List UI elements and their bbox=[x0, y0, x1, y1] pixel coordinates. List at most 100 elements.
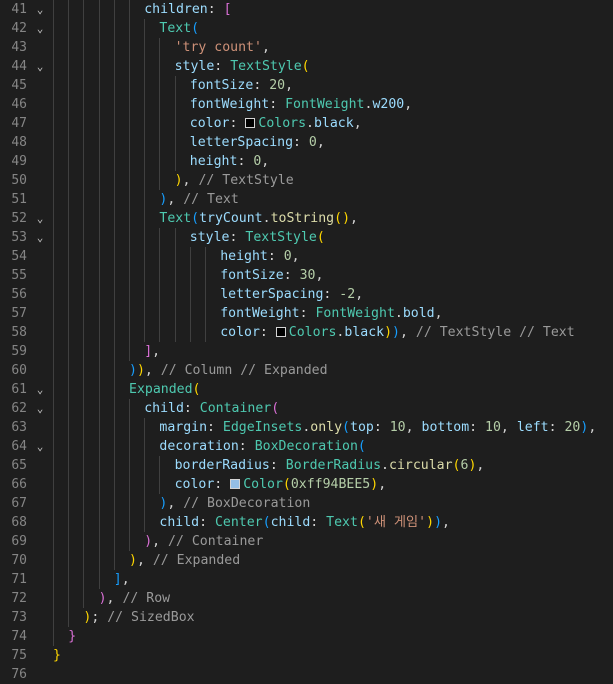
indent-guide bbox=[53, 627, 54, 646]
code-line[interactable]: 45 fontSize: 20, bbox=[0, 76, 613, 95]
code-text: letterSpacing: 0, bbox=[190, 133, 325, 152]
code-line[interactable]: 54 height: 0, bbox=[0, 247, 613, 266]
fold-chevron-icon[interactable]: ⌄ bbox=[34, 0, 46, 19]
code-text: style: TextStyle( bbox=[175, 57, 310, 76]
indent-guide bbox=[83, 589, 85, 608]
indent-guide bbox=[159, 247, 161, 266]
code-text: children: [ bbox=[144, 0, 231, 19]
indent-guide bbox=[144, 228, 146, 247]
fold-chevron-icon[interactable]: ⌄ bbox=[34, 399, 46, 418]
fold-chevron-icon[interactable]: ⌄ bbox=[34, 380, 46, 399]
fold-chevron-icon[interactable]: ⌄ bbox=[34, 437, 46, 456]
code-line[interactable]: 53 ⌄ style: TextStyle( bbox=[0, 228, 613, 247]
code-token: } bbox=[68, 629, 77, 644]
code-line[interactable]: 61 ⌄ Expanded( bbox=[0, 380, 613, 399]
indent-guide bbox=[68, 57, 70, 76]
code-text: ), // BoxDecoration bbox=[159, 494, 310, 513]
code-token: BorderRadius bbox=[285, 458, 382, 473]
code-line[interactable]: 65 borderRadius: BorderRadius.circular(6)… bbox=[0, 456, 613, 475]
code-line[interactable]: 62 ⌄ child: Container( bbox=[0, 399, 613, 418]
indent-guide bbox=[83, 57, 85, 76]
code-line[interactable]: 58 color: Colors.black)), // TextStyle //… bbox=[0, 323, 613, 342]
code-line[interactable]: 48 letterSpacing: 0, bbox=[0, 133, 613, 152]
code-line[interactable]: 44 ⌄ style: TextStyle( bbox=[0, 57, 613, 76]
code-line[interactable]: 42 ⌄ Text( bbox=[0, 19, 613, 38]
indent-guide bbox=[113, 304, 115, 323]
indent-guide bbox=[129, 532, 130, 551]
indent-guide bbox=[129, 399, 130, 418]
indent-guide bbox=[98, 247, 100, 266]
code-token: , bbox=[588, 420, 597, 435]
code-line[interactable]: 71], bbox=[0, 570, 613, 589]
color-swatch[interactable] bbox=[275, 327, 286, 337]
code-text: color: Color(0xff94BEE5), bbox=[175, 475, 387, 494]
indent-guide bbox=[144, 114, 146, 133]
code-line[interactable]: 49 height: 0, bbox=[0, 152, 613, 171]
color-swatch[interactable] bbox=[230, 479, 241, 489]
code-line[interactable]: 56 letterSpacing: -2, bbox=[0, 285, 613, 304]
code-line[interactable]: 69), // Container bbox=[0, 532, 613, 551]
line-number: 73 bbox=[11, 610, 27, 625]
indent-guide bbox=[174, 76, 176, 95]
line-number: 42 bbox=[11, 21, 27, 36]
code-line[interactable]: 66 color: Color(0xff94BEE5), bbox=[0, 475, 613, 494]
indent-guide bbox=[98, 228, 100, 247]
fold-chevron-icon[interactable]: ⌄ bbox=[34, 19, 46, 38]
code-token: . bbox=[381, 458, 389, 473]
code-line[interactable]: 46 fontWeight: FontWeight.w200, bbox=[0, 95, 613, 114]
indent-guide bbox=[98, 437, 100, 456]
code-token: ) bbox=[144, 534, 153, 549]
indent-guide bbox=[83, 95, 85, 114]
indent-guide bbox=[129, 342, 130, 361]
indent-guide bbox=[53, 38, 54, 57]
code-token: ( bbox=[191, 211, 200, 226]
code-line[interactable]: 57 fontWeight: FontWeight.bold, bbox=[0, 304, 613, 323]
code-token: , bbox=[355, 287, 364, 302]
indent-guide bbox=[68, 551, 70, 570]
indent-guide bbox=[53, 0, 54, 19]
code-line[interactable]: 59], bbox=[0, 342, 613, 361]
code-token: : bbox=[229, 116, 246, 131]
code-line[interactable]: 51), // Text bbox=[0, 190, 613, 209]
indent-guide bbox=[53, 133, 54, 152]
fold-chevron-icon[interactable]: ⌄ bbox=[34, 228, 46, 247]
indent-guide bbox=[53, 418, 54, 437]
indent-guide bbox=[53, 57, 54, 76]
code-line[interactable]: 43 'try count', bbox=[0, 38, 613, 57]
code-line[interactable]: 75} bbox=[0, 646, 613, 665]
code-line[interactable]: 60)), // Column // Expanded bbox=[0, 361, 613, 380]
line-number: 70 bbox=[11, 553, 27, 568]
fold-chevron-icon[interactable]: ⌄ bbox=[34, 209, 46, 228]
fold-chevron-icon[interactable]: ⌄ bbox=[34, 57, 46, 76]
indent-guide bbox=[68, 76, 70, 95]
line-number: 63 bbox=[11, 420, 27, 435]
code-line[interactable]: 55 fontSize: 30, bbox=[0, 266, 613, 285]
indent-guide bbox=[53, 285, 54, 304]
code-text: child: Center(child: Text('새 게임')), bbox=[159, 513, 450, 532]
code-token: // Row bbox=[122, 591, 171, 606]
code-token: : bbox=[253, 78, 270, 93]
indent-guide bbox=[68, 513, 70, 532]
indent-guide bbox=[159, 95, 161, 114]
code-token: // Container bbox=[168, 534, 264, 549]
code-token: : bbox=[373, 420, 390, 435]
code-line[interactable]: 74} bbox=[0, 627, 613, 646]
code-line[interactable]: 76 bbox=[0, 665, 613, 684]
code-line[interactable]: 72), // Row bbox=[0, 589, 613, 608]
code-line[interactable]: 41 ⌄ children: [ bbox=[0, 0, 613, 19]
code-editor[interactable]: 41 ⌄ children: [42 ⌄ Text(43'try count', 44 ⌄ s… bbox=[0, 0, 613, 684]
code-line[interactable]: 68 child: Center(child: Text('새 게임')), bbox=[0, 513, 613, 532]
code-line[interactable]: 70), // Expanded bbox=[0, 551, 613, 570]
line-number: 62 bbox=[11, 401, 27, 416]
code-line[interactable]: 63 margin: EdgeInsets.only(top: 10, botto… bbox=[0, 418, 613, 437]
code-line[interactable]: 64 ⌄ decoration: BoxDecoration( bbox=[0, 437, 613, 456]
code-line[interactable]: 52 ⌄ Text(tryCount.toString(), bbox=[0, 209, 613, 228]
indent-guide bbox=[68, 589, 70, 608]
code-line[interactable]: 47 color: Colors.black, bbox=[0, 114, 613, 133]
line-number: 43 bbox=[11, 40, 27, 55]
color-swatch[interactable] bbox=[245, 118, 256, 128]
code-line[interactable]: 67), // BoxDecoration bbox=[0, 494, 613, 513]
code-line[interactable]: 50), // TextStyle bbox=[0, 171, 613, 190]
code-line[interactable]: 73); // SizedBox bbox=[0, 608, 613, 627]
indent-guide bbox=[144, 418, 146, 437]
